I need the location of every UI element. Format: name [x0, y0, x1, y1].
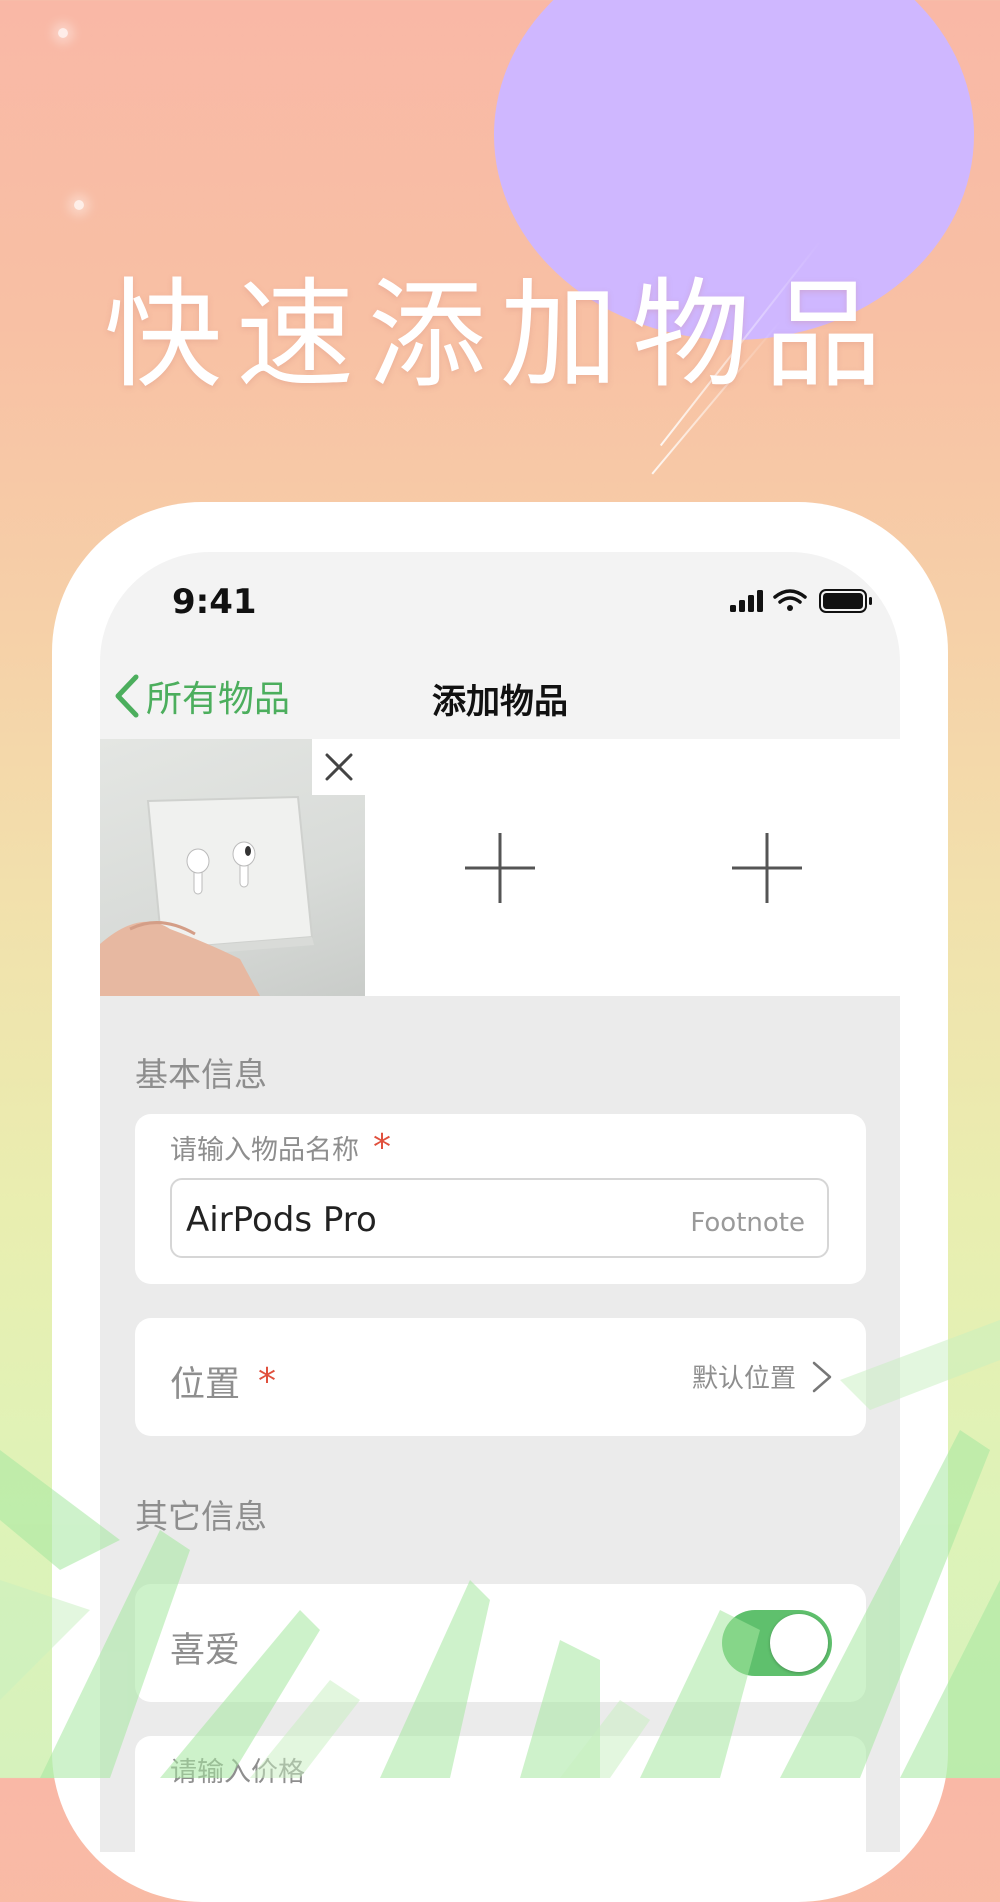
price-field-card: 请输入价格	[135, 1736, 866, 1852]
name-field-card: 请输入物品名称 * AirPods Pro Footnote	[135, 1114, 866, 1284]
decorative-star	[58, 28, 68, 38]
add-photo-slot[interactable]	[634, 739, 900, 996]
location-value: 默认位置	[691, 1364, 796, 1394]
plus-icon	[732, 832, 802, 903]
location-label-row: 位置 *	[170, 1356, 276, 1407]
add-photo-slot[interactable]	[367, 739, 633, 996]
decorative-star	[74, 200, 84, 210]
item-name-hint: Footnote	[690, 1208, 805, 1238]
plus-icon	[465, 832, 535, 903]
price-field-label: 请输入价格	[170, 1757, 305, 1788]
close-icon	[325, 753, 352, 781]
name-field-label: 请输入物品名称	[170, 1135, 359, 1166]
wifi-icon	[773, 589, 807, 611]
toggle-knob	[770, 1614, 828, 1672]
favorite-label: 喜爱	[170, 1631, 241, 1671]
section-title-other: 其它信息	[135, 1497, 267, 1536]
photo-row	[100, 739, 900, 996]
favorite-row: 喜爱	[135, 1584, 866, 1702]
item-name-value: AirPods Pro	[186, 1200, 377, 1240]
required-mark: *	[258, 1360, 277, 1402]
app-screen: 9:41 所有物品 添加物品 基本信息 请输入物品名称 * AirPods Pr…	[100, 552, 900, 1852]
form-area: 基本信息 请输入物品名称 * AirPods Pro Footnote 位置 *…	[100, 996, 900, 1852]
favorite-toggle[interactable]	[722, 1610, 832, 1676]
remove-photo-button[interactable]	[312, 739, 365, 795]
location-value-row: 默认位置	[692, 1358, 834, 1395]
promo-headline: 快速添加物品	[103, 266, 896, 404]
signal-icon	[730, 590, 763, 612]
chevron-right-icon	[812, 1361, 832, 1392]
item-name-input[interactable]: AirPods Pro Footnote	[170, 1178, 829, 1258]
required-mark: *	[373, 1126, 391, 1168]
page-title: 添加物品	[432, 682, 568, 722]
location-row[interactable]: 位置 * 默认位置	[135, 1318, 866, 1436]
name-field-label-row: 请输入物品名称 *	[170, 1128, 391, 1167]
section-title-basic: 基本信息	[135, 1055, 267, 1094]
status-time: 9:41	[172, 582, 257, 622]
battery-icon	[819, 589, 872, 613]
status-icons	[730, 589, 872, 613]
location-label: 位置	[170, 1365, 241, 1405]
